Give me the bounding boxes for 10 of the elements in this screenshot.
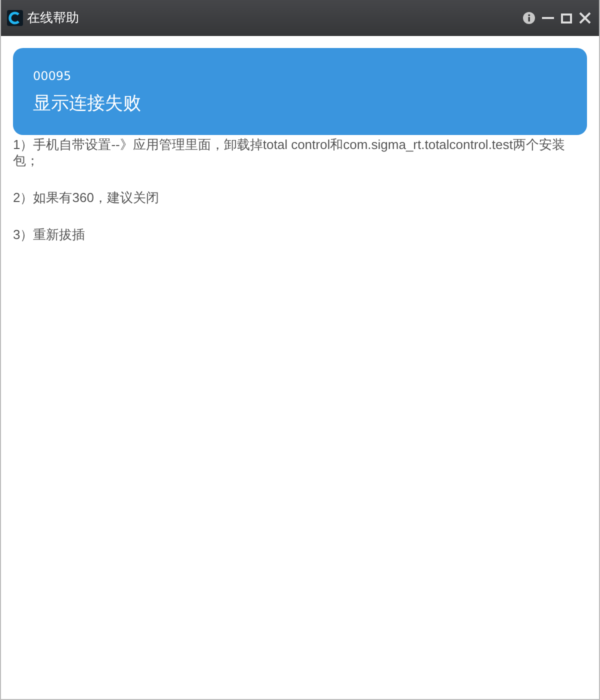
close-icon[interactable] <box>579 12 591 24</box>
window-title: 在线帮助 <box>27 10 80 27</box>
help-step: 3）重新拔插 <box>13 227 587 243</box>
app-logo-icon <box>7 10 23 26</box>
maximize-icon[interactable] <box>561 12 572 24</box>
error-code: 00095 <box>33 69 72 83</box>
info-icon[interactable] <box>523 12 535 24</box>
help-step: 1）手机自带设置--》应用管理里面，卸载掉total control和com.sigma_rt.totalcontrol.test两个安装包； <box>13 137 587 169</box>
error-title: 显示连接失败 <box>33 92 142 115</box>
help-step: 2）如果有360，建议关闭 <box>13 190 587 206</box>
